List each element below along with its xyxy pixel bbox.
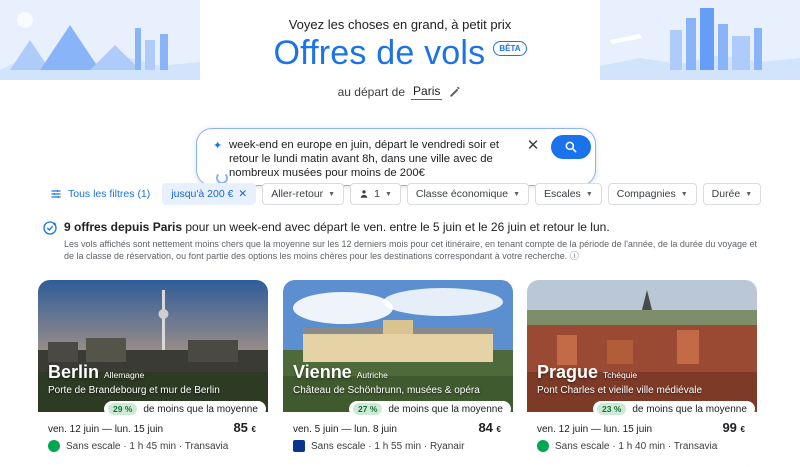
chevron-down-icon: ▼ [745,190,753,198]
card-dates: ven. 12 juin — lun. 15 juin [48,424,164,435]
all-filters-button[interactable]: Tous les filtres (1) [50,188,150,200]
transavia-logo-icon [537,440,549,452]
ryanair-logo-icon [293,440,305,452]
passengers-dropdown[interactable]: 1 ▼ [350,183,401,205]
filter-bar: Tous les filtres (1) jusqu'à 200 € ✕ All… [50,183,767,205]
card-city-name: Prague [537,362,599,382]
cabin-class-label: Classe économique [415,188,509,200]
card-price-value: 99 [722,420,737,435]
origin-selector: au départ de Paris [0,84,800,100]
card-city: Vienne Autriche [293,362,388,383]
info-icon[interactable]: ⓘ [570,251,579,261]
page-title: Offres de vols [273,34,486,72]
card-subtitle: Porte de Brandebourg et mur de Berlin [48,385,220,396]
trip-type-dropdown[interactable]: Aller-retour ▼ [262,183,345,205]
destination-card-prague[interactable]: Prague Tchéquie Pont Charles et vieille … [527,280,757,467]
stops-label: Escales [544,188,581,200]
savings-percent: 29 % [108,403,138,415]
chevron-down-icon: ▼ [513,190,521,198]
chevron-down-icon: ▼ [384,190,392,198]
beta-badge: BÊTA [493,41,527,56]
filter-sliders-icon [51,190,61,198]
results-description: Les vols affichés sont nettement moins c… [64,238,764,262]
savings-badge: 23 % de moins que la moyenne [593,401,755,417]
card-price: 85 € [233,420,256,435]
edit-pencil-icon[interactable] [448,85,462,99]
chevron-down-icon: ▼ [680,190,688,198]
savings-text: de moins que la moyenne [143,403,258,415]
card-price: 84 € [478,420,501,435]
person-icon [360,190,368,198]
card-subtitle: Pont Charles et vieille ville médiévale [537,385,703,396]
card-price-currency: € [496,425,501,434]
title-row: Offres de vols BÊTA [0,34,800,73]
cabin-class-dropdown[interactable]: Classe économique ▼ [406,183,530,205]
transavia-logo-icon [48,440,60,452]
card-city-name: Berlin [48,362,100,382]
budget-chip[interactable]: jusqu'à 200 € ✕ [162,183,257,205]
trip-type-label: Aller-retour [271,188,324,200]
card-dates: ven. 12 juin — lun. 15 juin [537,424,653,435]
savings-badge: 29 % de moins que la moyenne [104,401,266,417]
search-icon [565,141,577,153]
card-flight-info: Sans escale · 1 h 55 min · Ryanair [293,440,464,452]
budget-label: jusqu'à 200 € [171,188,234,200]
results-heading-rest: pour un week-end avec départ le ven. ent… [182,220,610,234]
clear-search-button[interactable]: ✕ [525,138,541,154]
passengers-label: 1 [374,188,380,200]
card-stops-text: Sans escale · 1 h 40 min · Transavia [555,440,718,452]
card-subtitle: Château de Schönbrunn, musées & opéra [293,385,480,396]
card-city: Prague Tchéquie [537,362,637,383]
card-country: Autriche [356,370,388,380]
destination-card-berlin[interactable]: Berlin Allemagne Porte de Brandebourg et… [38,280,268,467]
chevron-down-icon: ▼ [585,190,593,198]
card-price-currency: € [740,425,745,434]
savings-text: de moins que la moyenne [388,403,503,415]
card-price-currency: € [251,425,256,434]
origin-label: au départ de [337,85,406,99]
search-box[interactable]: ✦ week-end en europe en juin, départ le … [196,128,596,186]
chevron-down-icon: ▼ [328,190,336,198]
card-country: Tchéquie [603,370,638,380]
card-dates: ven. 5 juin — lun. 8 juin [293,424,397,435]
results-description-text: Les vols affichés sont nettement moins c… [64,239,757,261]
card-city-name: Vienne [293,362,352,382]
card-stops-text: Sans escale · 1 h 55 min · Ryanair [311,440,465,452]
tagline: Voyez les choses en grand, à petit prix [288,17,512,32]
savings-badge: 27 % de moins que la moyenne [349,401,511,417]
verified-check-icon [43,221,57,235]
search-query-text[interactable]: week-end en europe en juin, départ le ve… [229,138,515,180]
origin-input[interactable]: Paris [411,84,443,100]
card-flight-info: Sans escale · 1 h 40 min · Transavia [537,440,717,452]
results-heading: 9 offres depuis Paris pour un week-end a… [64,220,610,234]
close-icon[interactable]: ✕ [238,188,247,200]
stops-dropdown[interactable]: Escales ▼ [535,183,602,205]
duration-label: Durée [711,188,741,200]
airlines-dropdown[interactable]: Compagnies ▼ [607,183,697,205]
card-price: 99 € [722,420,745,435]
all-filters-label: Tous les filtres (1) [68,188,151,200]
card-flight-info: Sans escale · 1 h 45 min · Transavia [48,440,228,452]
savings-percent: 23 % [597,403,627,415]
sparkle-icon: ✦ [213,140,223,152]
results-count: 9 offres depuis Paris [64,220,183,234]
card-price-value: 85 [233,420,248,435]
savings-percent: 27 % [353,403,383,415]
card-country: Allemagne [104,370,145,380]
duration-dropdown[interactable]: Durée ▼ [702,183,762,205]
airlines-label: Compagnies [616,188,676,200]
card-city: Berlin Allemagne [48,362,144,383]
search-button[interactable] [551,135,591,159]
card-stops-text: Sans escale · 1 h 45 min · Transavia [66,440,229,452]
card-price-value: 84 [478,420,493,435]
savings-text: de moins que la moyenne [632,403,747,415]
destination-card-vienne[interactable]: Vienne Autriche Château de Schönbrunn, m… [283,280,513,467]
